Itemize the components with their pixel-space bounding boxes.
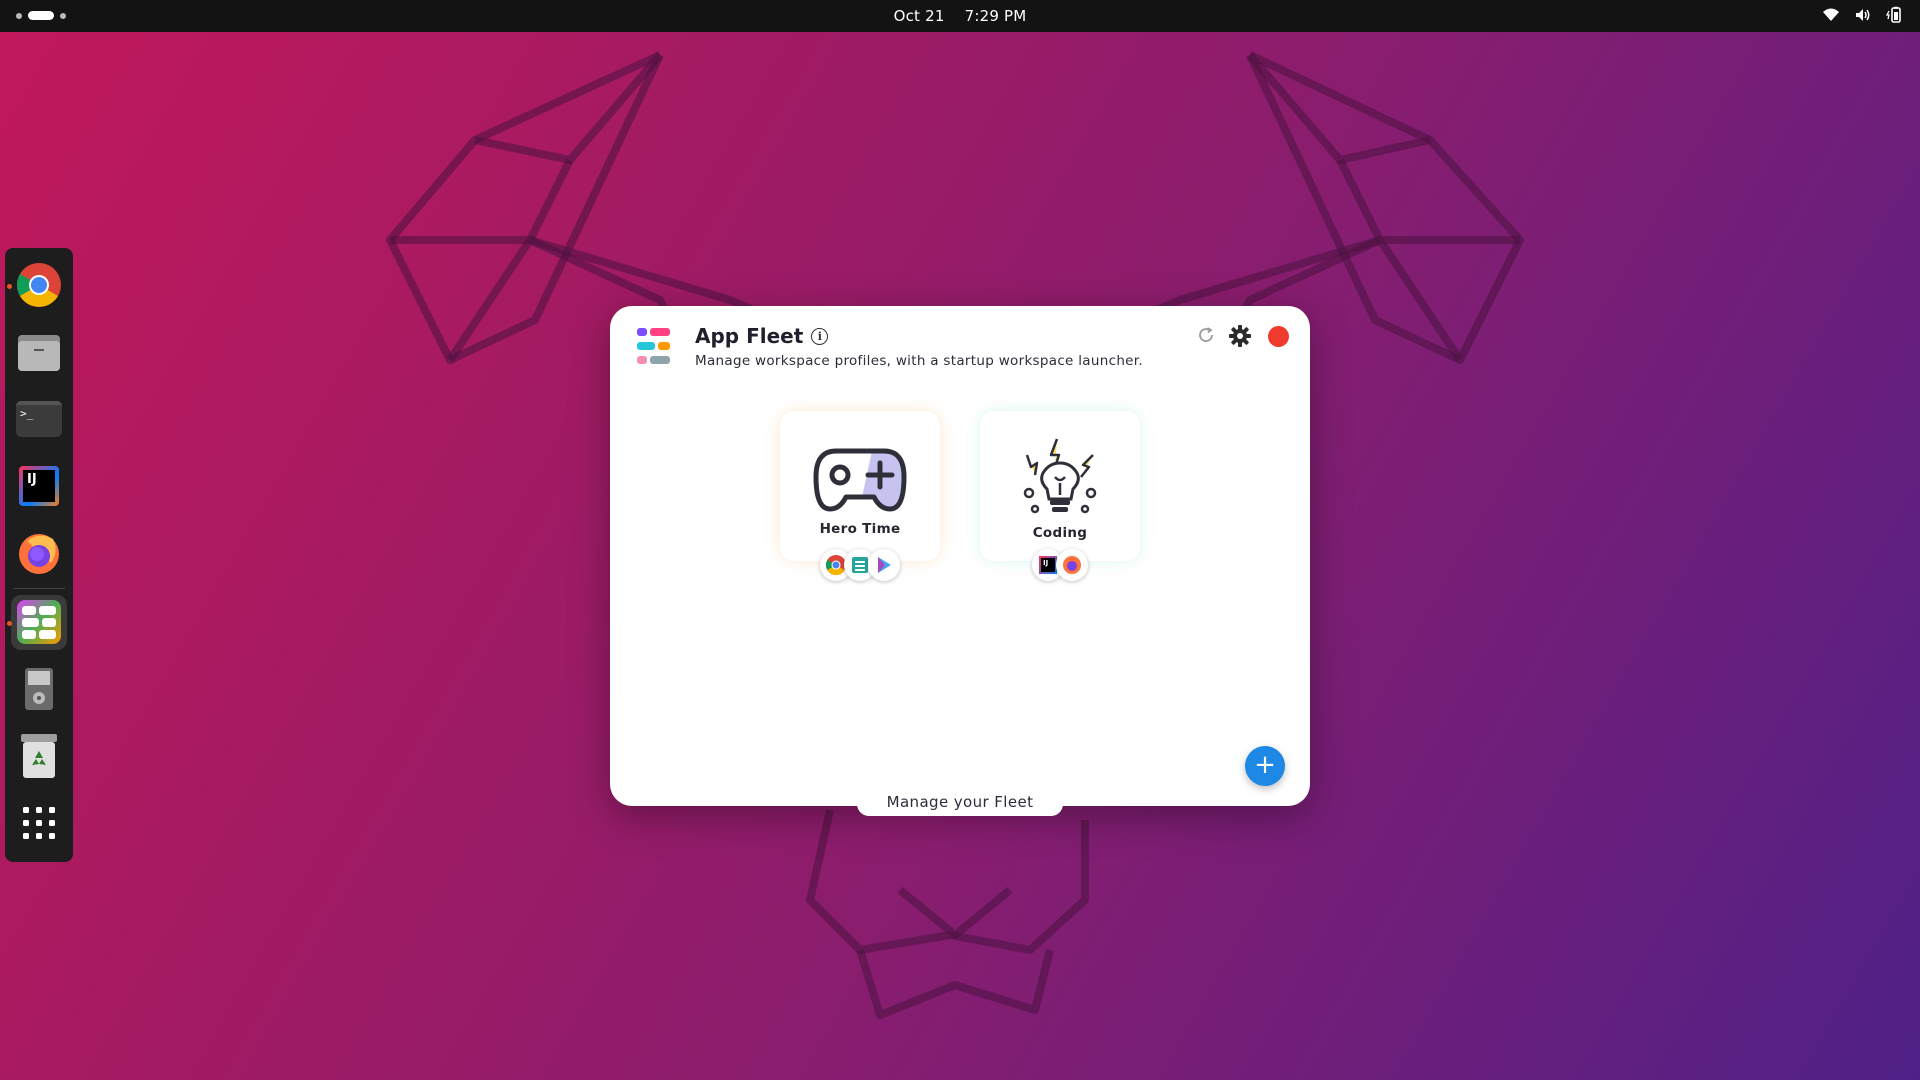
app-fleet-icon xyxy=(17,600,61,645)
dock: >_ IJ xyxy=(5,248,73,862)
refresh-button[interactable] xyxy=(1195,324,1217,346)
dock-item-files[interactable] xyxy=(11,325,67,380)
app-subtitle: Manage workspace profiles, with a startu… xyxy=(695,353,1143,369)
add-profile-button[interactable]: + xyxy=(1245,746,1285,786)
profile-apps xyxy=(820,549,900,581)
profile-name: Coding xyxy=(1032,525,1088,541)
dock-item-chrome[interactable] xyxy=(7,258,67,313)
workspace-dot xyxy=(60,12,66,19)
clock-date: Oct 21 xyxy=(893,7,945,25)
workspace-dot xyxy=(16,12,22,19)
firefox-icon xyxy=(1056,549,1088,581)
gamepad-icon xyxy=(813,448,907,512)
close-button[interactable] xyxy=(1268,326,1289,347)
profile-coding[interactable]: Coding IJ xyxy=(980,411,1140,581)
dock-item-terminal[interactable]: >_ xyxy=(11,392,67,447)
battery-icon xyxy=(1886,6,1904,24)
dock-item-drive[interactable] xyxy=(11,662,67,717)
top-bar: Oct 21 7:29 PM xyxy=(0,0,1920,32)
dock-item-app-fleet[interactable] xyxy=(7,594,67,650)
system-tray[interactable] xyxy=(1822,6,1904,24)
dock-item-firefox[interactable] xyxy=(11,525,67,580)
running-indicator xyxy=(7,620,12,626)
profile-hero-time[interactable]: Hero Time xyxy=(780,411,940,581)
app-fleet-window: App Fleet i Manage workspace profiles, w… xyxy=(610,306,1310,806)
volume-icon xyxy=(1854,6,1872,24)
dock-item-show-apps[interactable] xyxy=(11,795,67,850)
clock[interactable]: Oct 21 7:29 PM xyxy=(894,7,1027,25)
profile-name: Hero Time xyxy=(819,521,901,537)
app-title: App Fleet i xyxy=(695,324,829,348)
drive-icon xyxy=(25,668,53,711)
chrome-icon xyxy=(17,263,61,308)
activities-indicator[interactable] xyxy=(16,11,66,20)
app-grid-icon xyxy=(23,806,55,839)
active-workspace-pill xyxy=(28,11,54,20)
profile-card[interactable]: Hero Time xyxy=(780,411,940,561)
profile-apps: IJ xyxy=(1032,549,1088,581)
app-title-text: App Fleet xyxy=(695,324,804,348)
clock-time: 7:29 PM xyxy=(964,7,1027,25)
refresh-icon xyxy=(1199,327,1213,342)
trash-icon xyxy=(21,733,57,778)
running-indicator xyxy=(7,284,12,289)
firefox-icon xyxy=(19,533,59,574)
app-fleet-logo-icon xyxy=(637,328,670,364)
lightbulb-icon xyxy=(1023,438,1097,514)
settings-button[interactable] xyxy=(1228,324,1252,348)
gear-icon xyxy=(1229,325,1251,347)
folder-icon xyxy=(18,335,60,372)
manage-fleet-tab[interactable]: Manage your Fleet xyxy=(857,788,1063,816)
info-icon[interactable]: i xyxy=(811,327,829,345)
wifi-icon xyxy=(1822,6,1840,24)
terminal-icon: >_ xyxy=(16,400,62,437)
dock-item-intellij[interactable]: IJ xyxy=(11,458,67,513)
play-icon xyxy=(868,549,900,581)
profile-card[interactable]: Coding xyxy=(980,411,1140,561)
intellij-icon: IJ xyxy=(19,465,59,506)
dock-separator xyxy=(13,587,65,589)
profiles-list: Hero Time Coding IJ xyxy=(780,411,1140,581)
dock-item-trash[interactable] xyxy=(11,728,67,783)
